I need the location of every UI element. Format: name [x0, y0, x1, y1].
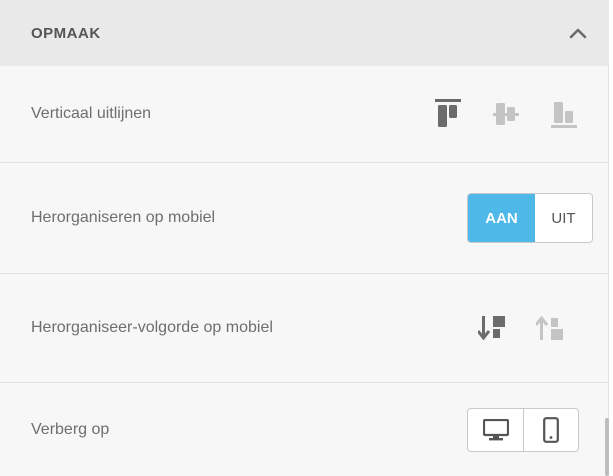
section-title: OPMAAK	[31, 24, 101, 42]
align-middle-button[interactable]	[477, 94, 535, 134]
section-header[interactable]: OPMAAK	[0, 0, 609, 66]
layout-panel: OPMAAK Verticaal uitlijnen Herorganisere…	[0, 0, 609, 476]
sort-down-button[interactable]	[463, 308, 521, 348]
vertical-align-row: Verticaal uitlijnen	[0, 66, 609, 163]
reorder-mobile-row: Herorganiseren op mobiel AAN UIT	[0, 163, 609, 274]
reorder-mobile-label: Herorganiseren op mobiel	[31, 209, 216, 226]
hide-desktop-button[interactable]	[468, 409, 523, 451]
vertical-align-options	[419, 94, 593, 134]
hide-on-label: Verberg op	[31, 420, 110, 438]
hide-on-row: Verberg op	[0, 383, 609, 476]
reorder-mobile-toggle: AAN UIT	[467, 193, 593, 243]
align-bottom-icon	[551, 102, 577, 128]
sort-up-button[interactable]	[521, 308, 579, 348]
mobile-icon	[543, 416, 559, 443]
sort-down-icon	[478, 316, 505, 341]
hide-on-options	[467, 407, 579, 452]
align-bottom-button[interactable]	[535, 94, 593, 134]
scrollbar[interactable]	[605, 418, 609, 476]
hide-mobile-button[interactable]	[523, 408, 578, 451]
align-top-button[interactable]	[419, 94, 477, 134]
desktop-icon	[482, 418, 509, 440]
sort-up-icon	[536, 315, 563, 340]
reorder-order-label: Herorganiseer-volgorde op mobiel	[31, 319, 273, 336]
reorder-order-row: Herorganiseer-volgorde op mobiel	[0, 274, 609, 383]
chevron-up-icon[interactable]	[567, 22, 589, 44]
toggle-on-button[interactable]: AAN	[468, 194, 535, 242]
vertical-align-label: Verticaal uitlijnen	[31, 105, 152, 122]
align-middle-icon	[493, 103, 519, 125]
align-top-icon	[435, 99, 461, 127]
toggle-off-button[interactable]: UIT	[535, 194, 592, 242]
reorder-order-options	[463, 308, 579, 348]
